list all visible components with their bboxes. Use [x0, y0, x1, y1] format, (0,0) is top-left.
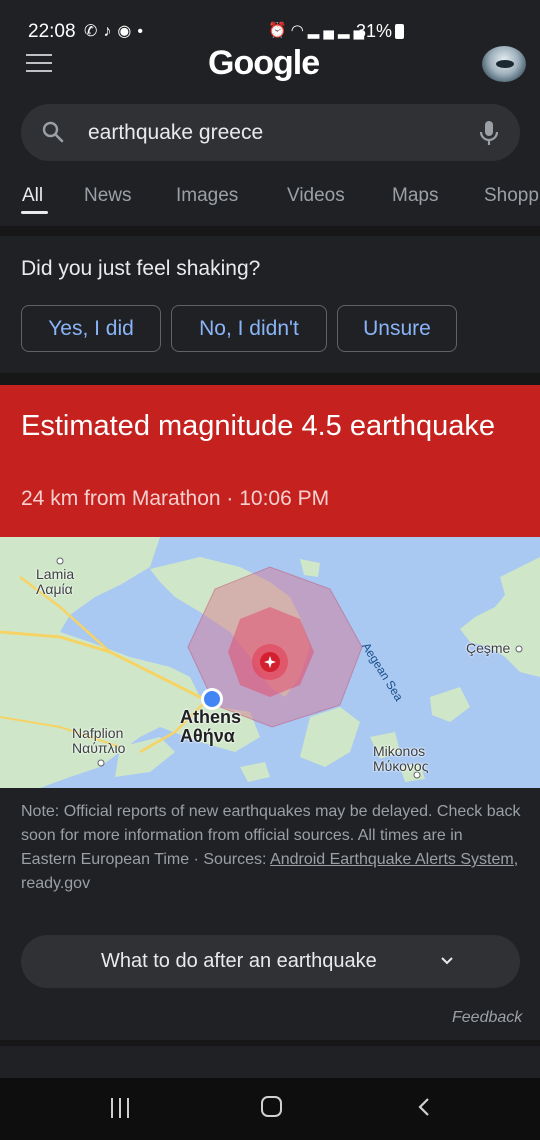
system-icons: ⏰◠▂▄▂▄: [268, 21, 368, 39]
alert-title: Estimated magnitude 4.5 earthquake: [21, 410, 495, 442]
recents-icon[interactable]: [111, 1098, 131, 1118]
wifi-icon: ◠: [290, 22, 308, 39]
tab-videos[interactable]: Videos: [287, 185, 345, 207]
chevron-down-icon: [441, 957, 453, 965]
search-query[interactable]: earthquake greece: [88, 121, 263, 145]
notification-icons: ✆♪◉•: [84, 21, 149, 41]
earthquake-map[interactable]: Lamia Λαμία Athens Αθήνα Nafplion Ναύπλιο M…: [0, 537, 540, 788]
google-logo[interactable]: Google: [208, 44, 320, 83]
no-button[interactable]: No, I didn't: [171, 305, 327, 352]
section-divider: [0, 373, 540, 385]
section-divider: [0, 1040, 540, 1046]
alarm-icon: ⏰: [268, 22, 291, 39]
search-icon: [42, 121, 64, 143]
android-nav-bar: [0, 1078, 540, 1140]
unsure-button[interactable]: Unsure: [337, 305, 457, 352]
search-input[interactable]: earthquake greece: [21, 104, 520, 161]
battery-percent: 31%: [356, 21, 393, 41]
shaking-question: Did you just feel shaking?: [21, 257, 261, 280]
signal-icon: ▂▄: [307, 22, 338, 39]
map-label-lamia: Lamia Λαμία: [36, 566, 75, 597]
map-label-athens: Athens Αθήνα: [180, 707, 242, 746]
search-tabs: All News Images Videos Maps Shopp: [0, 180, 540, 220]
expand-label: What to do after an earthquake: [101, 950, 377, 972]
section-divider: [0, 226, 540, 236]
dot-icon: •: [137, 23, 149, 40]
tab-shopping[interactable]: Shopp: [484, 185, 539, 207]
what-to-do-expand-button[interactable]: What to do after an earthquake: [21, 935, 520, 988]
official-reports-note: Note: Official reports of new earthquake…: [21, 803, 521, 892]
mic-icon[interactable]: [477, 119, 501, 147]
alert-subtitle: 24 km from Marathon · 10:06 PM: [21, 487, 330, 510]
tab-maps[interactable]: Maps: [392, 185, 438, 207]
map-label-mikonos: Mikonos Μύκονος: [373, 743, 429, 774]
tiktok-icon: ♪: [103, 23, 118, 40]
yes-button[interactable]: Yes, I did: [21, 305, 161, 352]
messenger-icon: ◉: [117, 23, 138, 40]
map-label-cesme: Çeşme: [466, 640, 511, 656]
tab-all[interactable]: All: [22, 185, 43, 207]
feedback-link[interactable]: Feedback: [452, 1009, 522, 1027]
battery-icon: [395, 24, 405, 39]
active-tab-indicator: [21, 211, 48, 214]
header: Google: [0, 40, 540, 90]
tab-news[interactable]: News: [84, 185, 132, 207]
home-icon[interactable]: [261, 1096, 282, 1117]
menu-icon[interactable]: [26, 54, 52, 74]
back-icon[interactable]: [417, 1097, 431, 1117]
tab-images[interactable]: Images: [176, 185, 238, 207]
earthquake-alert-banner: Estimated magnitude 4.5 earthquake 24 km…: [0, 385, 540, 537]
battery-indicator: 31%: [356, 21, 405, 42]
map-label-nafplion: Nafplion Ναύπλιο: [72, 725, 126, 756]
whatsapp-icon: ✆: [84, 23, 104, 40]
source-link[interactable]: Android Earthquake Alerts System: [270, 851, 514, 868]
avatar[interactable]: [482, 46, 526, 82]
